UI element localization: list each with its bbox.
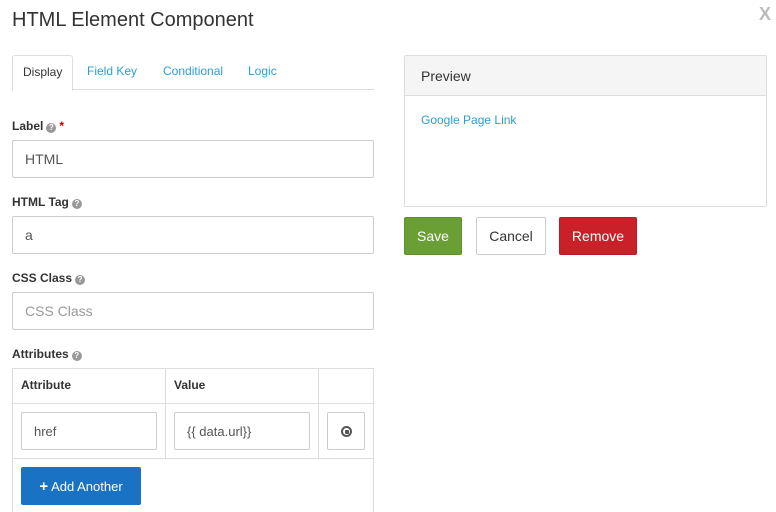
attribute-name-input[interactable]	[21, 412, 157, 450]
save-button[interactable]: Save	[404, 217, 462, 255]
dialog-title: HTML Element Component	[12, 9, 254, 31]
preview-panel: Preview Google Page Link	[404, 55, 767, 207]
remove-row-button[interactable]	[327, 412, 365, 450]
css-class-label: CSS Class?	[12, 271, 86, 285]
required-mark: *	[59, 119, 65, 133]
tab-logic[interactable]: Logic	[238, 55, 287, 90]
tab-bar: Display Field Key Conditional Logic	[12, 55, 374, 91]
attributes-label: Attributes?	[12, 347, 82, 361]
html-tag-input[interactable]	[12, 216, 374, 254]
remove-circle-icon	[341, 426, 352, 437]
attributes-label-text: Attributes	[12, 347, 69, 361]
close-icon[interactable]: X	[759, 4, 771, 25]
label-field-text: Label	[12, 119, 44, 133]
tab-field-key[interactable]: Field Key	[77, 55, 147, 90]
tab-display[interactable]: Display	[12, 55, 74, 91]
add-another-button[interactable]: + Add Another	[21, 467, 141, 505]
tab-conditional[interactable]: Conditional	[153, 55, 233, 90]
preview-heading: Preview	[405, 56, 766, 96]
remove-button[interactable]: Remove	[559, 217, 637, 255]
column-divider	[165, 369, 166, 459]
html-tag-label: HTML Tag?	[12, 195, 82, 209]
css-class-input[interactable]	[12, 292, 374, 330]
css-class-label-text: CSS Class	[12, 271, 73, 285]
add-another-label: Add Another	[51, 478, 123, 494]
attributes-table-header: Attribute Value	[13, 369, 373, 404]
question-circle-icon[interactable]: ?	[71, 199, 82, 209]
question-circle-icon[interactable]: ?	[46, 123, 57, 133]
column-header-value: Value	[174, 378, 206, 392]
column-header-attribute: Attribute	[21, 378, 71, 392]
preview-link[interactable]: Google Page Link	[421, 113, 516, 127]
label-field-label: Label? *	[12, 119, 64, 133]
question-circle-icon[interactable]: ?	[75, 275, 86, 285]
html-tag-label-text: HTML Tag	[12, 195, 69, 209]
question-circle-icon[interactable]: ?	[71, 351, 82, 361]
column-divider	[318, 369, 319, 459]
label-input[interactable]	[12, 140, 374, 178]
plus-icon: +	[39, 477, 49, 495]
row-divider	[13, 458, 373, 459]
cancel-button[interactable]: Cancel	[476, 217, 546, 255]
attribute-value-input[interactable]	[174, 412, 310, 450]
attributes-table: Attribute Value +Add Another	[12, 368, 374, 512]
